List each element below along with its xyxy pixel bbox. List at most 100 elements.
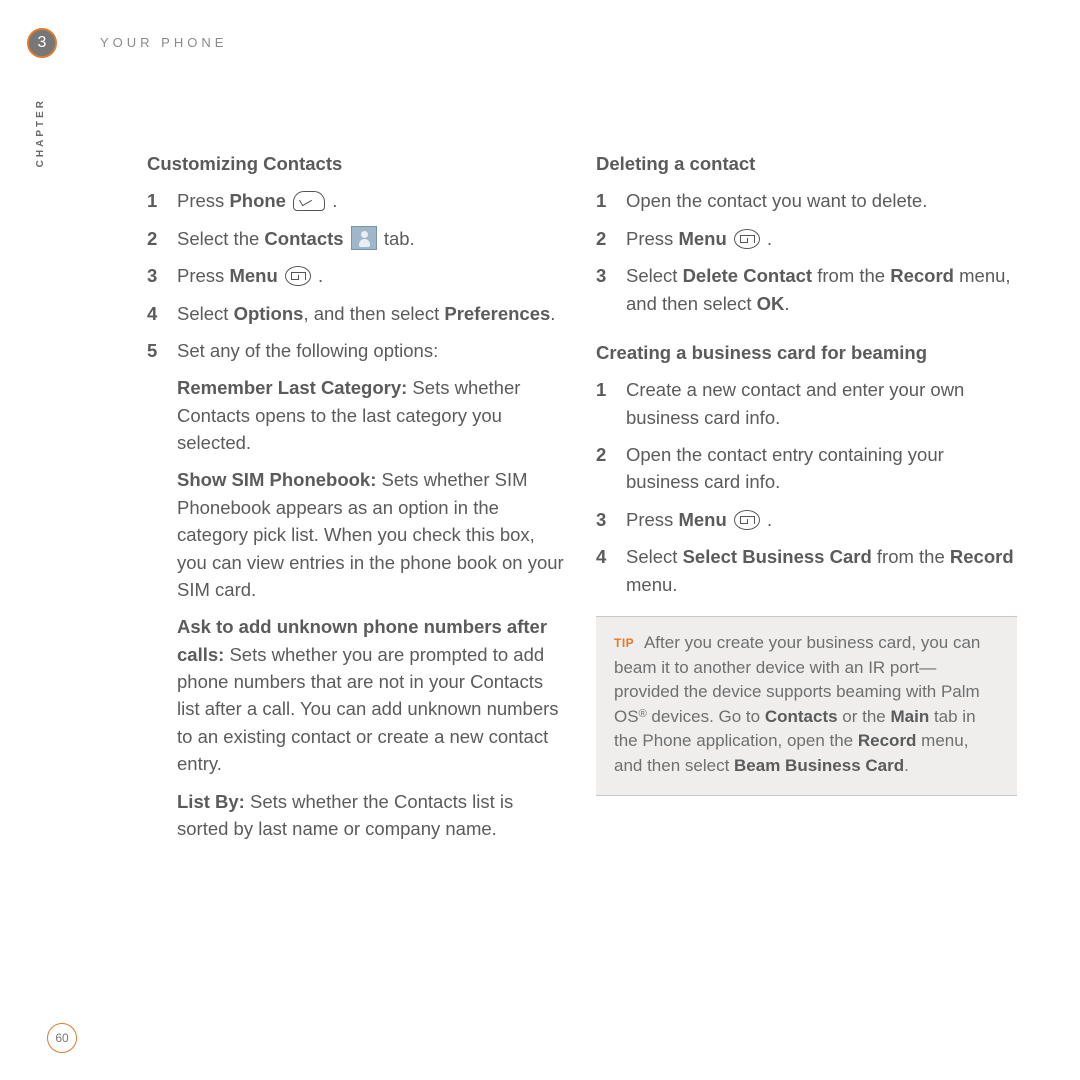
bold: Contacts <box>765 707 838 726</box>
text: menu. <box>626 574 677 595</box>
text: Select the <box>177 228 264 249</box>
step-body: Press Phone . <box>177 187 568 214</box>
step-num: 2 <box>596 441 626 496</box>
text: Select <box>626 265 683 286</box>
step: 3 Press Menu . <box>596 506 1017 533</box>
step-num: 2 <box>147 225 177 252</box>
step: 2 Open the contact entry containing your… <box>596 441 1017 496</box>
option: Remember Last Category: Sets whether Con… <box>177 374 568 456</box>
text: Select <box>177 303 234 324</box>
text: from the <box>812 265 890 286</box>
step-body: Open the contact entry containing your b… <box>626 441 1017 496</box>
step: 1 Press Phone . <box>147 187 568 214</box>
option-label: Show SIM Phonebook: <box>177 469 376 490</box>
left-column: Customizing Contacts 1 Press Phone . 2 S… <box>147 150 568 852</box>
tip-text: . <box>904 756 909 775</box>
step: 4 Select Select Business Card from the R… <box>596 543 1017 598</box>
step-body: Select the Contacts tab. <box>177 225 568 252</box>
text: Press <box>626 509 678 530</box>
page-title: YOUR PHONE <box>100 35 227 50</box>
side-label: CHAPTER <box>35 98 46 167</box>
tip-text: or the <box>838 707 891 726</box>
text: . <box>327 190 337 211</box>
step-num: 1 <box>147 187 177 214</box>
text: . <box>550 303 555 324</box>
tip-label: TIP <box>614 636 634 650</box>
page-number: 60 <box>47 1023 77 1053</box>
option-label: Remember Last Category: <box>177 377 407 398</box>
step-num: 3 <box>147 262 177 289</box>
step-num: 1 <box>596 376 626 431</box>
text: Press <box>177 190 229 211</box>
bold: OK <box>757 293 785 314</box>
bold: Select Business Card <box>683 546 872 567</box>
contacts-icon <box>351 226 377 250</box>
bold: Menu <box>678 509 726 530</box>
bold: Delete Contact <box>683 265 813 286</box>
bold: Menu <box>229 265 277 286</box>
phone-icon <box>293 191 325 211</box>
text: from the <box>872 546 950 567</box>
chapter-number: 3 <box>38 34 47 52</box>
heading-customizing: Customizing Contacts <box>147 150 568 177</box>
menu-icon <box>285 266 311 286</box>
text: . <box>784 293 789 314</box>
step-body: Create a new contact and enter your own … <box>626 376 1017 431</box>
bold: Preferences <box>444 303 550 324</box>
bold: Record <box>858 731 917 750</box>
step-num: 1 <box>596 187 626 214</box>
step-body: Press Menu . <box>626 225 1017 252</box>
step-num: 4 <box>147 300 177 327</box>
tip-box: TIP After you create your business card,… <box>596 616 1017 796</box>
step-num: 4 <box>596 543 626 598</box>
text: Press <box>177 265 229 286</box>
step: 2 Select the Contacts tab. <box>147 225 568 252</box>
bold: Contacts <box>264 228 343 249</box>
step-num: 2 <box>596 225 626 252</box>
text: . <box>313 265 323 286</box>
step-body: Select Delete Contact from the Record me… <box>626 262 1017 317</box>
step-num: 5 <box>147 337 177 364</box>
menu-icon <box>734 510 760 530</box>
option: Ask to add unknown phone numbers after c… <box>177 613 568 777</box>
step: 3 Select Delete Contact from the Record … <box>596 262 1017 317</box>
option-label: List By: <box>177 791 245 812</box>
text: . <box>762 228 772 249</box>
text: . <box>762 509 772 530</box>
menu-icon <box>734 229 760 249</box>
text: , and then select <box>303 303 444 324</box>
bold: Record <box>890 265 954 286</box>
content: Customizing Contacts 1 Press Phone . 2 S… <box>147 150 1017 852</box>
step-body: Select Options, and then select Preferen… <box>177 300 568 327</box>
option-text: Sets whether you are prompted to add pho… <box>177 644 559 775</box>
bold: Options <box>234 303 304 324</box>
step-body: Set any of the following options: <box>177 337 568 364</box>
step: 1 Create a new contact and enter your ow… <box>596 376 1017 431</box>
bold: Main <box>890 707 929 726</box>
page-number-value: 60 <box>55 1031 68 1045</box>
registered-mark: ® <box>639 708 647 720</box>
step: 2 Press Menu . <box>596 225 1017 252</box>
bold: Phone <box>229 190 286 211</box>
step-num: 3 <box>596 262 626 317</box>
step-num: 3 <box>596 506 626 533</box>
step: 5 Set any of the following options: <box>147 337 568 364</box>
bold: Beam Business Card <box>734 756 904 775</box>
step-body: Press Menu . <box>626 506 1017 533</box>
option: Show SIM Phonebook: Sets whether SIM Pho… <box>177 466 568 603</box>
text: tab. <box>379 228 415 249</box>
bold: Menu <box>678 228 726 249</box>
right-column: Deleting a contact 1 Open the contact yo… <box>596 150 1017 852</box>
step: 1 Open the contact you want to delete. <box>596 187 1017 214</box>
tip-text: devices. Go to <box>647 707 765 726</box>
bold: Record <box>950 546 1014 567</box>
heading-business-card: Creating a business card for beaming <box>596 339 1017 366</box>
step-body: Press Menu . <box>177 262 568 289</box>
heading-deleting: Deleting a contact <box>596 150 1017 177</box>
step: 3 Press Menu . <box>147 262 568 289</box>
step-body: Select Select Business Card from the Rec… <box>626 543 1017 598</box>
step: 4 Select Options, and then select Prefer… <box>147 300 568 327</box>
text: Press <box>626 228 678 249</box>
text: Select <box>626 546 683 567</box>
step-body: Open the contact you want to delete. <box>626 187 1017 214</box>
